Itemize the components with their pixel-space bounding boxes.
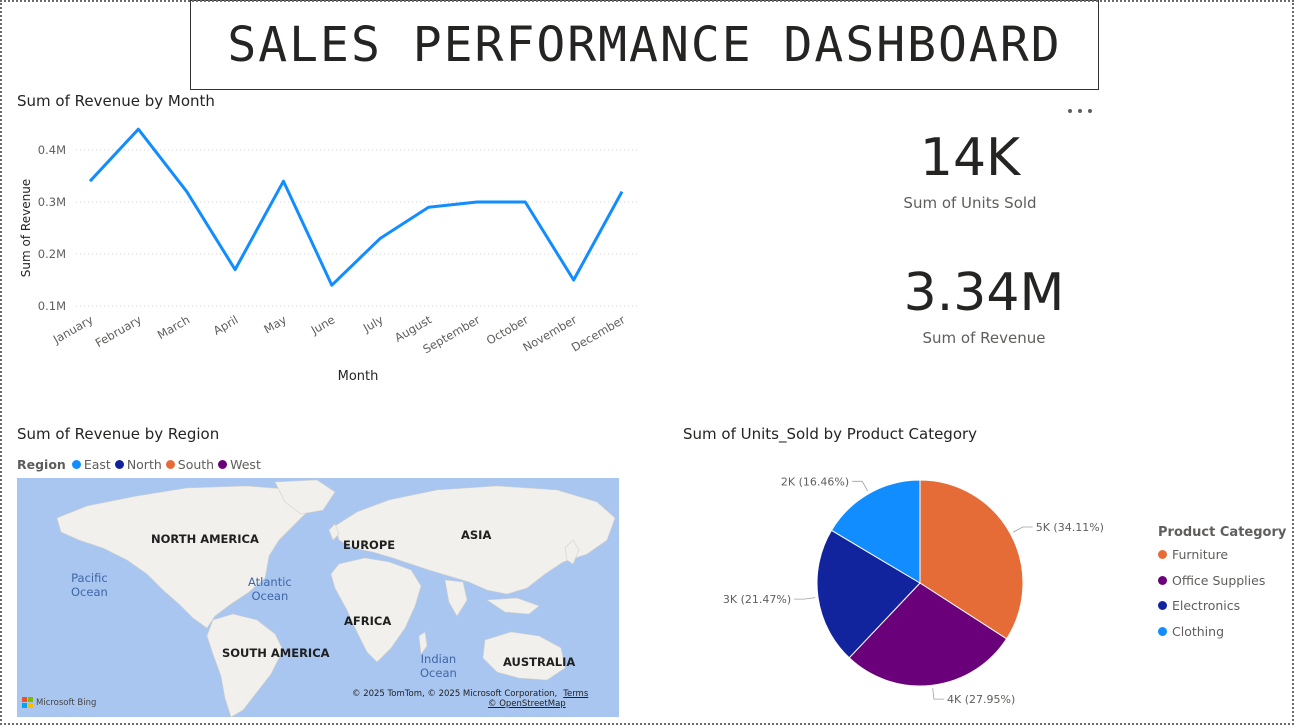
pie-data-label: 4K (27.95%) xyxy=(947,693,1015,706)
legend-label: Office Supplies xyxy=(1172,572,1266,588)
legend-dot-south xyxy=(165,459,175,469)
map-legend-item-south[interactable]: South xyxy=(165,456,215,472)
pie-leader-line xyxy=(852,480,868,492)
pie-chart-title: Sum of Units_Sold by Product Category xyxy=(683,425,978,443)
map-attribution-text: © 2025 TomTom, © 2025 Microsoft Corporat… xyxy=(352,689,558,699)
map-legend-item-west[interactable]: West xyxy=(218,457,261,472)
map-label-sa: SOUTH AMERICA xyxy=(222,646,330,660)
map-legend-item-east[interactable]: East xyxy=(71,456,111,472)
map-legend: Region East North South West xyxy=(17,456,265,472)
legend-label: Furniture xyxy=(1172,547,1229,562)
map-legend-item-north[interactable]: North xyxy=(114,456,162,472)
legend-label-south: South xyxy=(177,456,215,472)
bing-logo: Microsoft Bing xyxy=(22,697,96,708)
y-tick-label: 0.2M xyxy=(38,247,66,261)
dashboard-canvas: SALES PERFORMANCE DASHBOARD Sum of Reven… xyxy=(0,0,1294,725)
legend-label: Electronics xyxy=(1172,598,1241,613)
legend-dot-east xyxy=(71,459,81,469)
revenue-card-label: Sum of Revenue xyxy=(922,329,1046,347)
ocean-label-indian: Indian Ocean xyxy=(420,652,457,680)
pie-legend-item-furniture[interactable]: Furniture xyxy=(1158,547,1228,562)
legend-dot xyxy=(1158,575,1167,585)
pie-legend-item-clothing[interactable]: Clothing xyxy=(1158,624,1224,639)
legend-label-north: North xyxy=(126,456,162,472)
legend-dot xyxy=(1158,601,1167,610)
legend-dot xyxy=(1158,550,1167,559)
x-tick-label: December xyxy=(569,312,628,354)
pie-leader-line xyxy=(1012,526,1033,533)
x-tick-label: January xyxy=(50,312,96,347)
legend-label-east: East xyxy=(83,456,111,472)
legend-label: Clothing xyxy=(1172,623,1225,639)
map-chart-title: Sum of Revenue by Region xyxy=(17,425,220,443)
map-label-af: AFRICA xyxy=(344,614,392,628)
legend-dot-north xyxy=(114,459,124,469)
x-tick-label: May xyxy=(261,312,289,336)
map-terms-link[interactable]: Terms xyxy=(563,689,588,699)
ocean-label-atlantic: Atlantic Ocean xyxy=(248,575,292,603)
legend-label-west: West xyxy=(230,456,261,472)
pie-chart: 5K (34.11%) 4K (27.95%) 3K (21.47%) 2K (16.… xyxy=(723,475,1104,706)
map-label-au: AUSTRALIA xyxy=(503,655,576,669)
dashboard-title-box: SALES PERFORMANCE DASHBOARD xyxy=(190,0,1099,90)
line-chart: 0.1M 0.2M 0.3M 0.4M Sum of Revenue JanuaryFeb… xyxy=(19,127,640,384)
pie-data-label: 2K (16.46%) xyxy=(781,475,849,488)
more-options-icon[interactable] xyxy=(1068,104,1092,118)
map-provider-label: Microsoft Bing xyxy=(36,697,97,708)
world-map[interactable]: NORTH AMERICA EUROPE ASIA AFRICA SOUTH A… xyxy=(17,478,619,717)
pie-legend-item-electronics[interactable]: Electronics xyxy=(1158,598,1240,613)
pie-legend-title: Product Category xyxy=(1158,525,1287,540)
y-tick-label: 0.1M xyxy=(38,299,66,313)
x-tick-label: July xyxy=(360,312,386,335)
map-attribution: © 2025 TomTom, © 2025 Microsoft Corporat… xyxy=(352,689,588,699)
x-axis-title: Month xyxy=(338,369,379,384)
pie-data-label: 5K (34.11%) xyxy=(1036,521,1104,534)
pie-legend-item-office-supplies[interactable]: Office Supplies xyxy=(1158,573,1265,588)
units-sold-card-label: Sum of Units Sold xyxy=(903,194,1037,212)
map-osm-link[interactable]: © OpenStreetMap xyxy=(488,699,566,709)
pie-leader-line xyxy=(932,688,945,700)
map-legend-title: Region xyxy=(17,456,66,472)
units-sold-card-value: 14K xyxy=(919,128,1021,188)
pie-data-label: 3K (21.47%) xyxy=(723,593,791,606)
map-label-eu: EUROPE xyxy=(343,538,396,552)
x-tick-label: March xyxy=(155,312,192,342)
revenue-series-line[interactable] xyxy=(88,127,624,287)
legend-dot xyxy=(1158,626,1167,636)
microsoft-logo-icon xyxy=(22,697,33,708)
y-axis-title: Sum of Revenue xyxy=(19,179,33,277)
x-tick-label: April xyxy=(211,312,241,337)
y-tick-label: 0.4M xyxy=(38,143,66,157)
map-label-na: NORTH AMERICA xyxy=(151,532,259,546)
map-label-as: ASIA xyxy=(461,528,492,542)
x-tick-label: June xyxy=(308,312,338,337)
dashboard-title: SALES PERFORMANCE DASHBOARD xyxy=(227,17,1062,73)
revenue-card-value: 3.34M xyxy=(903,263,1065,323)
y-tick-label: 0.3M xyxy=(38,195,66,209)
legend-dot-west xyxy=(218,459,228,469)
ocean-label-pacific: Pacific Ocean xyxy=(71,571,108,599)
x-tick-label: February xyxy=(93,312,144,350)
pie-leader-line xyxy=(794,597,816,600)
x-tick-label: November xyxy=(520,312,579,354)
